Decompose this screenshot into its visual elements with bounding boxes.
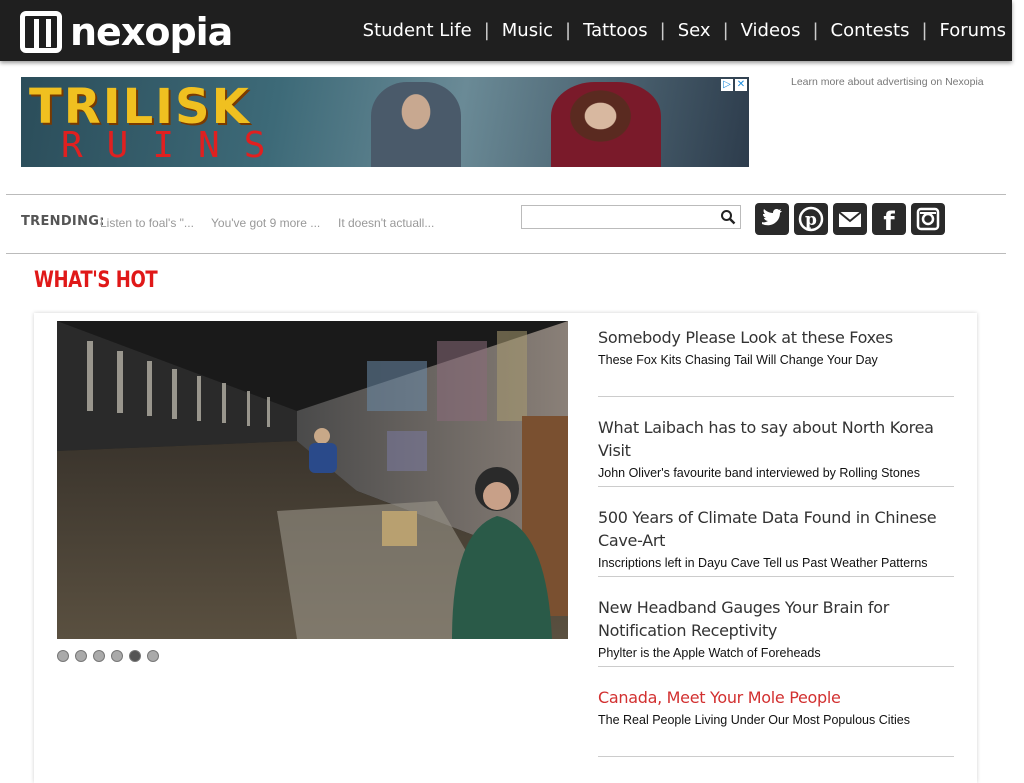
nav-item-sex[interactable]: Sex — [678, 20, 711, 41]
search-input[interactable] — [521, 205, 741, 229]
nav-item-videos[interactable]: Videos — [741, 20, 801, 41]
divider — [6, 253, 1006, 254]
nexopia-logo[interactable]: nexopia — [20, 10, 233, 54]
ad-learn-more-link[interactable]: Learn more about advertising on Nexopia — [791, 76, 984, 88]
story-subtitle: Phylter is the Apple Watch of Foreheads — [598, 646, 821, 660]
story-title[interactable]: 500 Years of Climate Data Found in Chine… — [598, 506, 954, 552]
slider-dot[interactable] — [111, 650, 123, 662]
logo-mark-icon — [20, 11, 62, 53]
slider-dot[interactable] — [75, 650, 87, 662]
trending-item[interactable]: Listen to foal's "... — [100, 216, 194, 230]
svg-text:p: p — [805, 210, 817, 230]
ad-corner-controls: ▷ ✕ — [721, 79, 747, 91]
slider-dot[interactable] — [147, 650, 159, 662]
slider-dots — [57, 650, 159, 662]
story-subtitle: John Oliver's favourite band interviewed… — [598, 466, 921, 480]
instagram-icon[interactable] — [911, 203, 945, 235]
story-subtitle: These Fox Kits Chasing Tail Will Change … — [598, 353, 878, 367]
divider — [598, 396, 954, 397]
story-title[interactable]: Somebody Please Look at these Foxes — [598, 326, 954, 349]
nav-item-tattoos[interactable]: Tattoos — [583, 20, 648, 41]
twitter-icon[interactable] — [755, 203, 789, 235]
search-icon[interactable] — [720, 209, 736, 225]
slider-dot-active[interactable] — [129, 650, 141, 662]
trending-label: TRENDING: — [21, 214, 105, 229]
story-title[interactable]: Canada, Meet Your Mole People — [598, 686, 954, 709]
story-item[interactable]: What Laibach has to say about North Kore… — [598, 416, 954, 482]
close-icon[interactable]: ✕ — [735, 79, 747, 91]
ad-banner[interactable]: TRILISK RUINS ▷ ✕ — [21, 77, 749, 167]
slider-dot[interactable] — [57, 650, 69, 662]
logo-text: nexopia — [70, 10, 233, 54]
tunnel-scene-illustration — [57, 321, 568, 639]
adchoices-icon[interactable]: ▷ — [721, 79, 733, 91]
ad-figure-woman — [551, 82, 661, 167]
story-subtitle: The Real People Living Under Our Most Po… — [598, 713, 910, 727]
divider — [598, 756, 954, 757]
facebook-icon[interactable]: f — [872, 203, 906, 237]
story-subtitle: Inscriptions left in Dayu Cave Tell us P… — [598, 556, 928, 570]
section-title: WHAT'S HOT — [34, 268, 158, 293]
divider — [598, 666, 954, 667]
main-nav: Student Life | Music | Tattoos | Sex | V… — [362, 20, 1006, 41]
nav-item-music[interactable]: Music — [502, 20, 553, 41]
ad-figure-man — [371, 82, 461, 167]
svg-text:f: f — [883, 207, 895, 235]
story-title[interactable]: What Laibach has to say about North Kore… — [598, 416, 954, 462]
pinterest-icon[interactable]: p — [794, 203, 828, 235]
story-item-highlighted[interactable]: Canada, Meet Your Mole People The Real P… — [598, 686, 954, 729]
slider-dot[interactable] — [93, 650, 105, 662]
ad-subtitle: RUINS — [61, 125, 290, 166]
story-item[interactable]: Somebody Please Look at these Foxes Thes… — [598, 326, 954, 369]
story-item[interactable]: 500 Years of Climate Data Found in Chine… — [598, 506, 954, 572]
nav-item-forums[interactable]: Forums — [940, 20, 1006, 41]
trending-item[interactable]: It doesn't actuall... — [338, 216, 434, 230]
trending-item[interactable]: You've got 9 more ... — [211, 216, 320, 230]
nav-item-student-life[interactable]: Student Life — [363, 20, 472, 41]
divider — [598, 486, 954, 487]
hero-slide-image[interactable] — [57, 321, 568, 639]
divider — [6, 194, 1006, 195]
nav-item-contests[interactable]: Contests — [831, 20, 910, 41]
divider — [598, 576, 954, 577]
top-navigation-bar: nexopia Student Life | Music | Tattoos |… — [0, 0, 1012, 61]
story-item[interactable]: New Headband Gauges Your Brain for Notif… — [598, 596, 954, 662]
email-icon[interactable] — [833, 203, 867, 235]
story-title[interactable]: New Headband Gauges Your Brain for Notif… — [598, 596, 954, 642]
